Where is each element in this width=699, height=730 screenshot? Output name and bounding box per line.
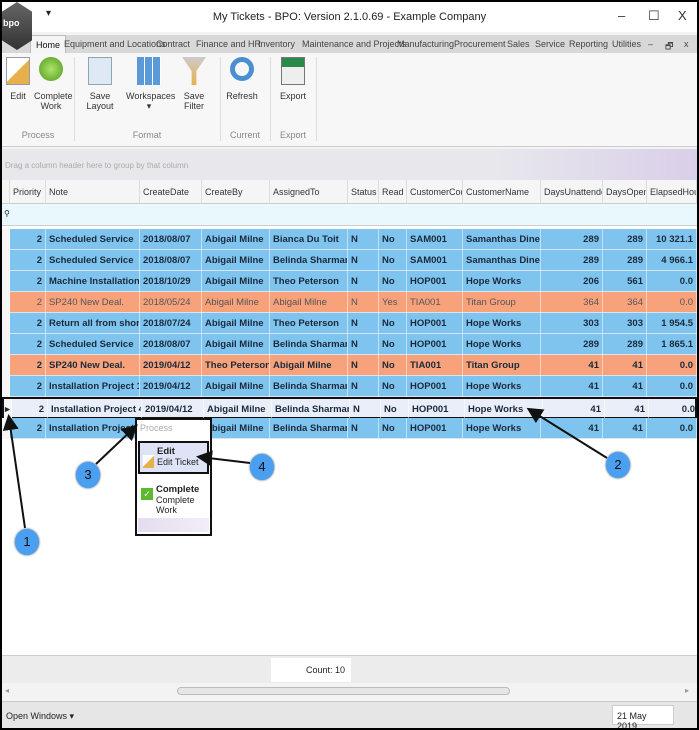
arrow-4 xyxy=(196,450,251,467)
arrow-2 xyxy=(526,407,608,459)
annotation-marker-1: 1 xyxy=(15,529,39,555)
arrow-3 xyxy=(95,424,138,465)
arrow-1 xyxy=(2,414,26,529)
annotation-arrows xyxy=(2,407,608,529)
annotation-marker-3: 3 xyxy=(76,462,100,488)
annotation-marker-4: 4 xyxy=(250,454,274,480)
annotation-marker-2: 2 xyxy=(606,452,630,478)
